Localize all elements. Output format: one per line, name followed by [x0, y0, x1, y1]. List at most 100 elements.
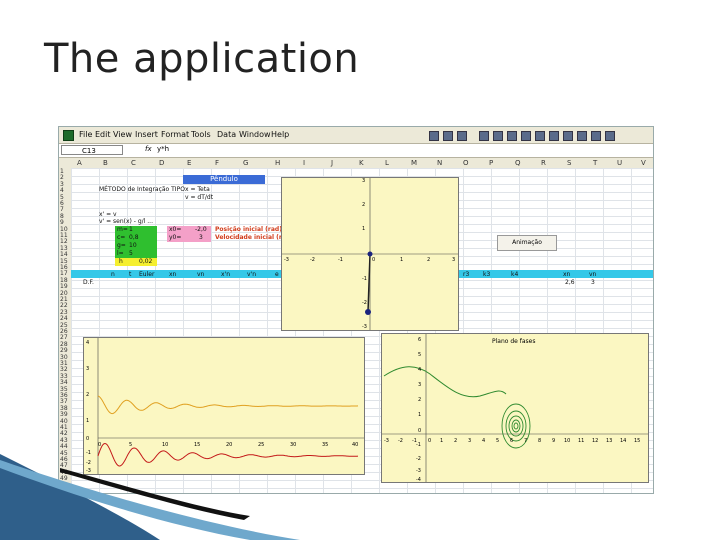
menu-format[interactable]: Format — [161, 130, 189, 139]
column-header[interactable]: N — [437, 159, 442, 167]
toolbar-icon[interactable] — [429, 131, 439, 141]
column-header[interactable]: B — [103, 159, 108, 167]
column-header[interactable]: S — [567, 159, 571, 167]
slide-decoration — [0, 454, 300, 540]
toolbar-icon[interactable] — [479, 131, 489, 141]
column-header[interactable]: D — [159, 159, 164, 167]
x-tick: 11 — [578, 438, 584, 444]
y-tick: 5 — [418, 352, 421, 358]
table-header: v'n — [247, 271, 257, 278]
param-c-value[interactable]: 0,8 — [129, 234, 139, 241]
toolbar-icon[interactable] — [493, 131, 503, 141]
column-header[interactable]: G — [243, 159, 248, 167]
param-g-value[interactable]: 10 — [129, 242, 137, 249]
x-tick: 3 — [452, 257, 455, 263]
toolbar-icon[interactable] — [577, 131, 587, 141]
column-header[interactable]: R — [541, 159, 546, 167]
slide-title: The application — [44, 36, 360, 82]
column-header[interactable]: O — [463, 159, 469, 167]
phase-spiral — [511, 419, 521, 433]
menu-window[interactable]: Window — [239, 130, 271, 139]
toolbar-icon[interactable] — [535, 131, 545, 141]
column-header[interactable]: V — [641, 159, 646, 167]
column-header[interactable]: I — [303, 159, 305, 167]
x-tick: 10 — [162, 442, 168, 448]
column-header[interactable]: J — [331, 159, 333, 167]
phase-spiral — [508, 415, 524, 437]
y-tick: 2 — [86, 392, 89, 398]
column-header[interactable]: F — [215, 159, 219, 167]
column-header[interactable]: L — [385, 159, 389, 167]
column-header[interactable]: T — [593, 159, 597, 167]
x-tick: 30 — [290, 442, 296, 448]
x-tick: 40 — [352, 442, 358, 448]
right-value[interactable]: 2,6 — [565, 279, 575, 286]
formula-input[interactable]: y*h — [157, 145, 169, 153]
x-tick: 2 — [454, 438, 457, 444]
animate-button[interactable]: Animação — [497, 235, 557, 251]
menu-help[interactable]: Help — [271, 130, 289, 139]
sheet-title-cell[interactable]: Pêndulo — [183, 175, 265, 184]
table-header: k4 — [511, 271, 519, 278]
x-tick: 1 — [400, 257, 403, 263]
column-header[interactable]: P — [489, 159, 493, 167]
phase-spiral — [513, 422, 519, 430]
equation-v[interactable]: v' = sen(x) - g/l ... — [99, 218, 153, 225]
table-header: t — [129, 271, 132, 278]
x0-value[interactable]: -2,0 — [195, 226, 207, 233]
equation-x[interactable]: x' = v — [99, 211, 117, 218]
toolbar-icon[interactable] — [605, 131, 615, 141]
menu-data[interactable]: Data — [217, 130, 236, 139]
animation-plot[interactable]: -3 -2 -1 0 1 2 3 3 2 1 -1 -2 -3 — [281, 177, 459, 331]
column-header[interactable]: E — [187, 159, 191, 167]
y-tick: 3 — [418, 382, 421, 388]
param-l-value[interactable]: 5 — [129, 250, 133, 257]
toolbar-icon[interactable] — [443, 131, 453, 141]
column-header[interactable]: Q — [515, 159, 521, 167]
column-header[interactable]: C — [131, 159, 136, 167]
x-tick: 3 — [468, 438, 471, 444]
menu-tools[interactable]: Tools — [191, 130, 211, 139]
menu-edit[interactable]: Edit — [95, 130, 111, 139]
table-header: n — [111, 271, 115, 278]
toolbar-icon[interactable] — [549, 131, 559, 141]
y0-value[interactable]: 3 — [199, 234, 203, 241]
toolbar-icon[interactable] — [521, 131, 531, 141]
table-header: vn — [589, 271, 597, 278]
animation-plot-svg: -3 -2 -1 0 1 2 3 3 2 1 -1 -2 -3 — [282, 178, 458, 330]
table-header: Euler — [139, 271, 155, 278]
x-tick: 13 — [606, 438, 612, 444]
x-tick: 5 — [496, 438, 499, 444]
y-tick: 6 — [418, 337, 421, 343]
param-label: c= — [117, 234, 126, 241]
method-label[interactable]: MÉTODO de Integração TIPO — [99, 186, 185, 193]
table-header: xn — [169, 271, 177, 278]
menu-file[interactable]: File — [79, 130, 92, 139]
menu-view[interactable]: View — [113, 130, 132, 139]
x-tick: 5 — [129, 442, 132, 448]
param-h-value[interactable]: 0,02 — [139, 258, 152, 265]
y-tick: -3 — [362, 324, 367, 330]
y-tick: -1 — [362, 276, 367, 282]
right-value[interactable]: 3 — [591, 279, 595, 286]
table-header: k3 — [483, 271, 491, 278]
toolbar-icon[interactable] — [507, 131, 517, 141]
velocity-def-label[interactable]: v = dT/dt — [185, 194, 213, 201]
param-m-value[interactable]: 1 — [129, 226, 133, 233]
toolbar-icon[interactable] — [563, 131, 573, 141]
y-tick: 0 — [86, 436, 89, 442]
toolbar-icon[interactable] — [457, 131, 467, 141]
column-header[interactable]: A — [77, 159, 82, 167]
toolbar-icon[interactable] — [591, 131, 601, 141]
x-tick: 12 — [592, 438, 598, 444]
y-tick: 4 — [418, 367, 421, 373]
column-header[interactable]: H — [275, 159, 280, 167]
theta-label[interactable]: x = Teta — [185, 186, 210, 193]
menu-insert[interactable]: Insert — [135, 130, 158, 139]
x-tick: -3 — [284, 257, 289, 263]
column-header[interactable]: U — [617, 159, 622, 167]
x-tick: 2 — [427, 257, 430, 263]
name-box[interactable]: C13 — [61, 145, 123, 155]
column-header[interactable]: M — [411, 159, 417, 167]
column-header[interactable]: K — [359, 159, 364, 167]
